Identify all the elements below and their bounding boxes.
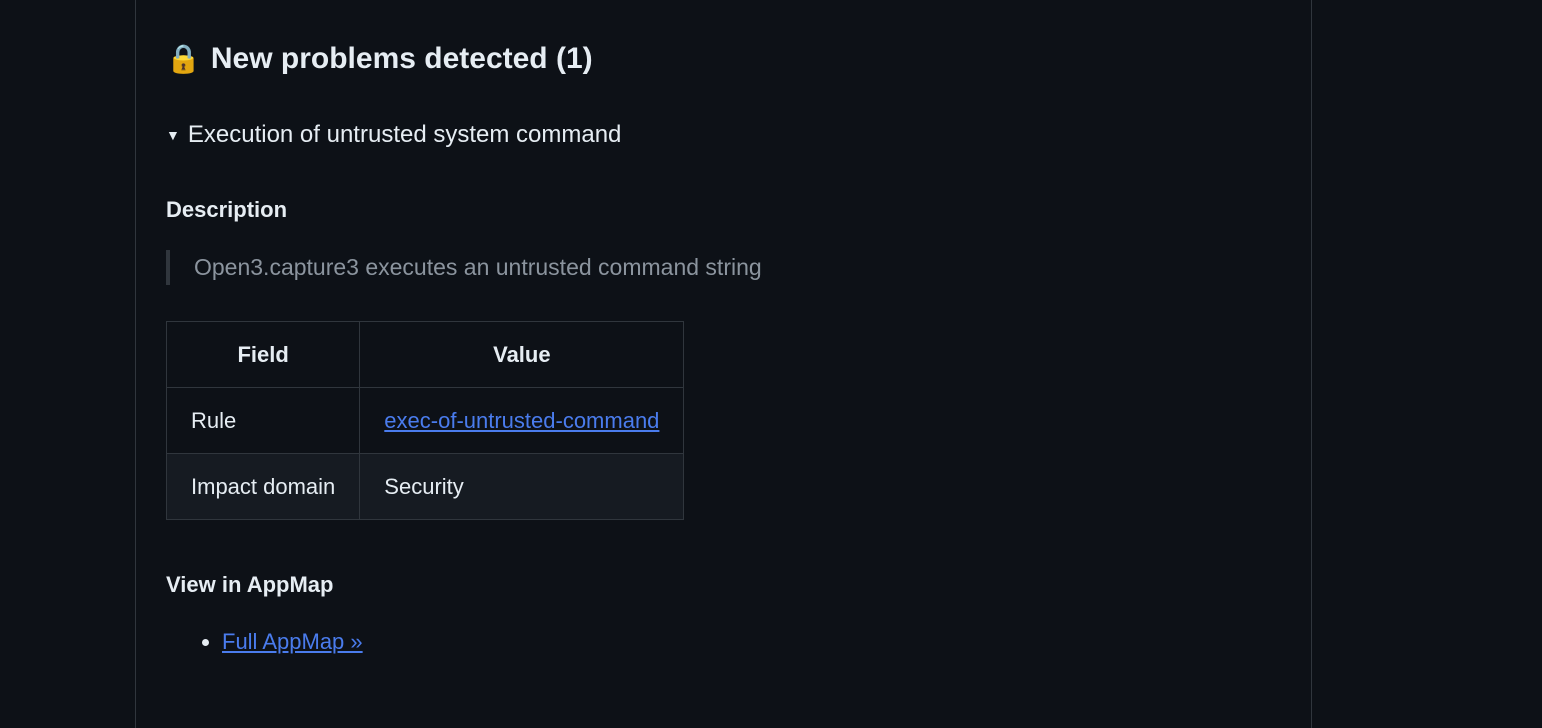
table-header-field: Field	[167, 321, 360, 387]
table-cell-value: Security	[360, 453, 684, 519]
problem-details-table: Field Value Rule exec-of-untrusted-comma…	[166, 321, 684, 520]
full-appmap-link[interactable]: Full AppMap »	[222, 629, 363, 654]
triangle-down-icon: ▼	[166, 128, 180, 142]
heading-text: New problems detected (1)	[211, 36, 593, 81]
description-label: Description	[166, 193, 1281, 226]
appmap-links-list: Full AppMap »	[166, 625, 1281, 658]
table-header-value: Value	[360, 321, 684, 387]
view-in-appmap-label: View in AppMap	[166, 568, 1281, 601]
problem-summary-text: Execution of untrusted system command	[188, 117, 622, 153]
lock-icon: 🔒	[166, 45, 201, 73]
problem-summary-toggle[interactable]: ▼ Execution of untrusted system command	[166, 117, 1281, 153]
table-cell-field: Rule	[167, 387, 360, 453]
table-cell-field: Impact domain	[167, 453, 360, 519]
table-cell-value: exec-of-untrusted-command	[360, 387, 684, 453]
problem-report-panel: 🔒 New problems detected (1) ▼ Execution …	[135, 0, 1312, 728]
table-row: Impact domain Security	[167, 453, 684, 519]
heading-new-problems: 🔒 New problems detected (1)	[166, 36, 1281, 81]
description-text: Open3.capture3 executes an untrusted com…	[166, 250, 1281, 285]
list-item: Full AppMap »	[222, 625, 1281, 658]
table-row: Rule exec-of-untrusted-command	[167, 387, 684, 453]
table-header-row: Field Value	[167, 321, 684, 387]
rule-link[interactable]: exec-of-untrusted-command	[384, 408, 659, 433]
